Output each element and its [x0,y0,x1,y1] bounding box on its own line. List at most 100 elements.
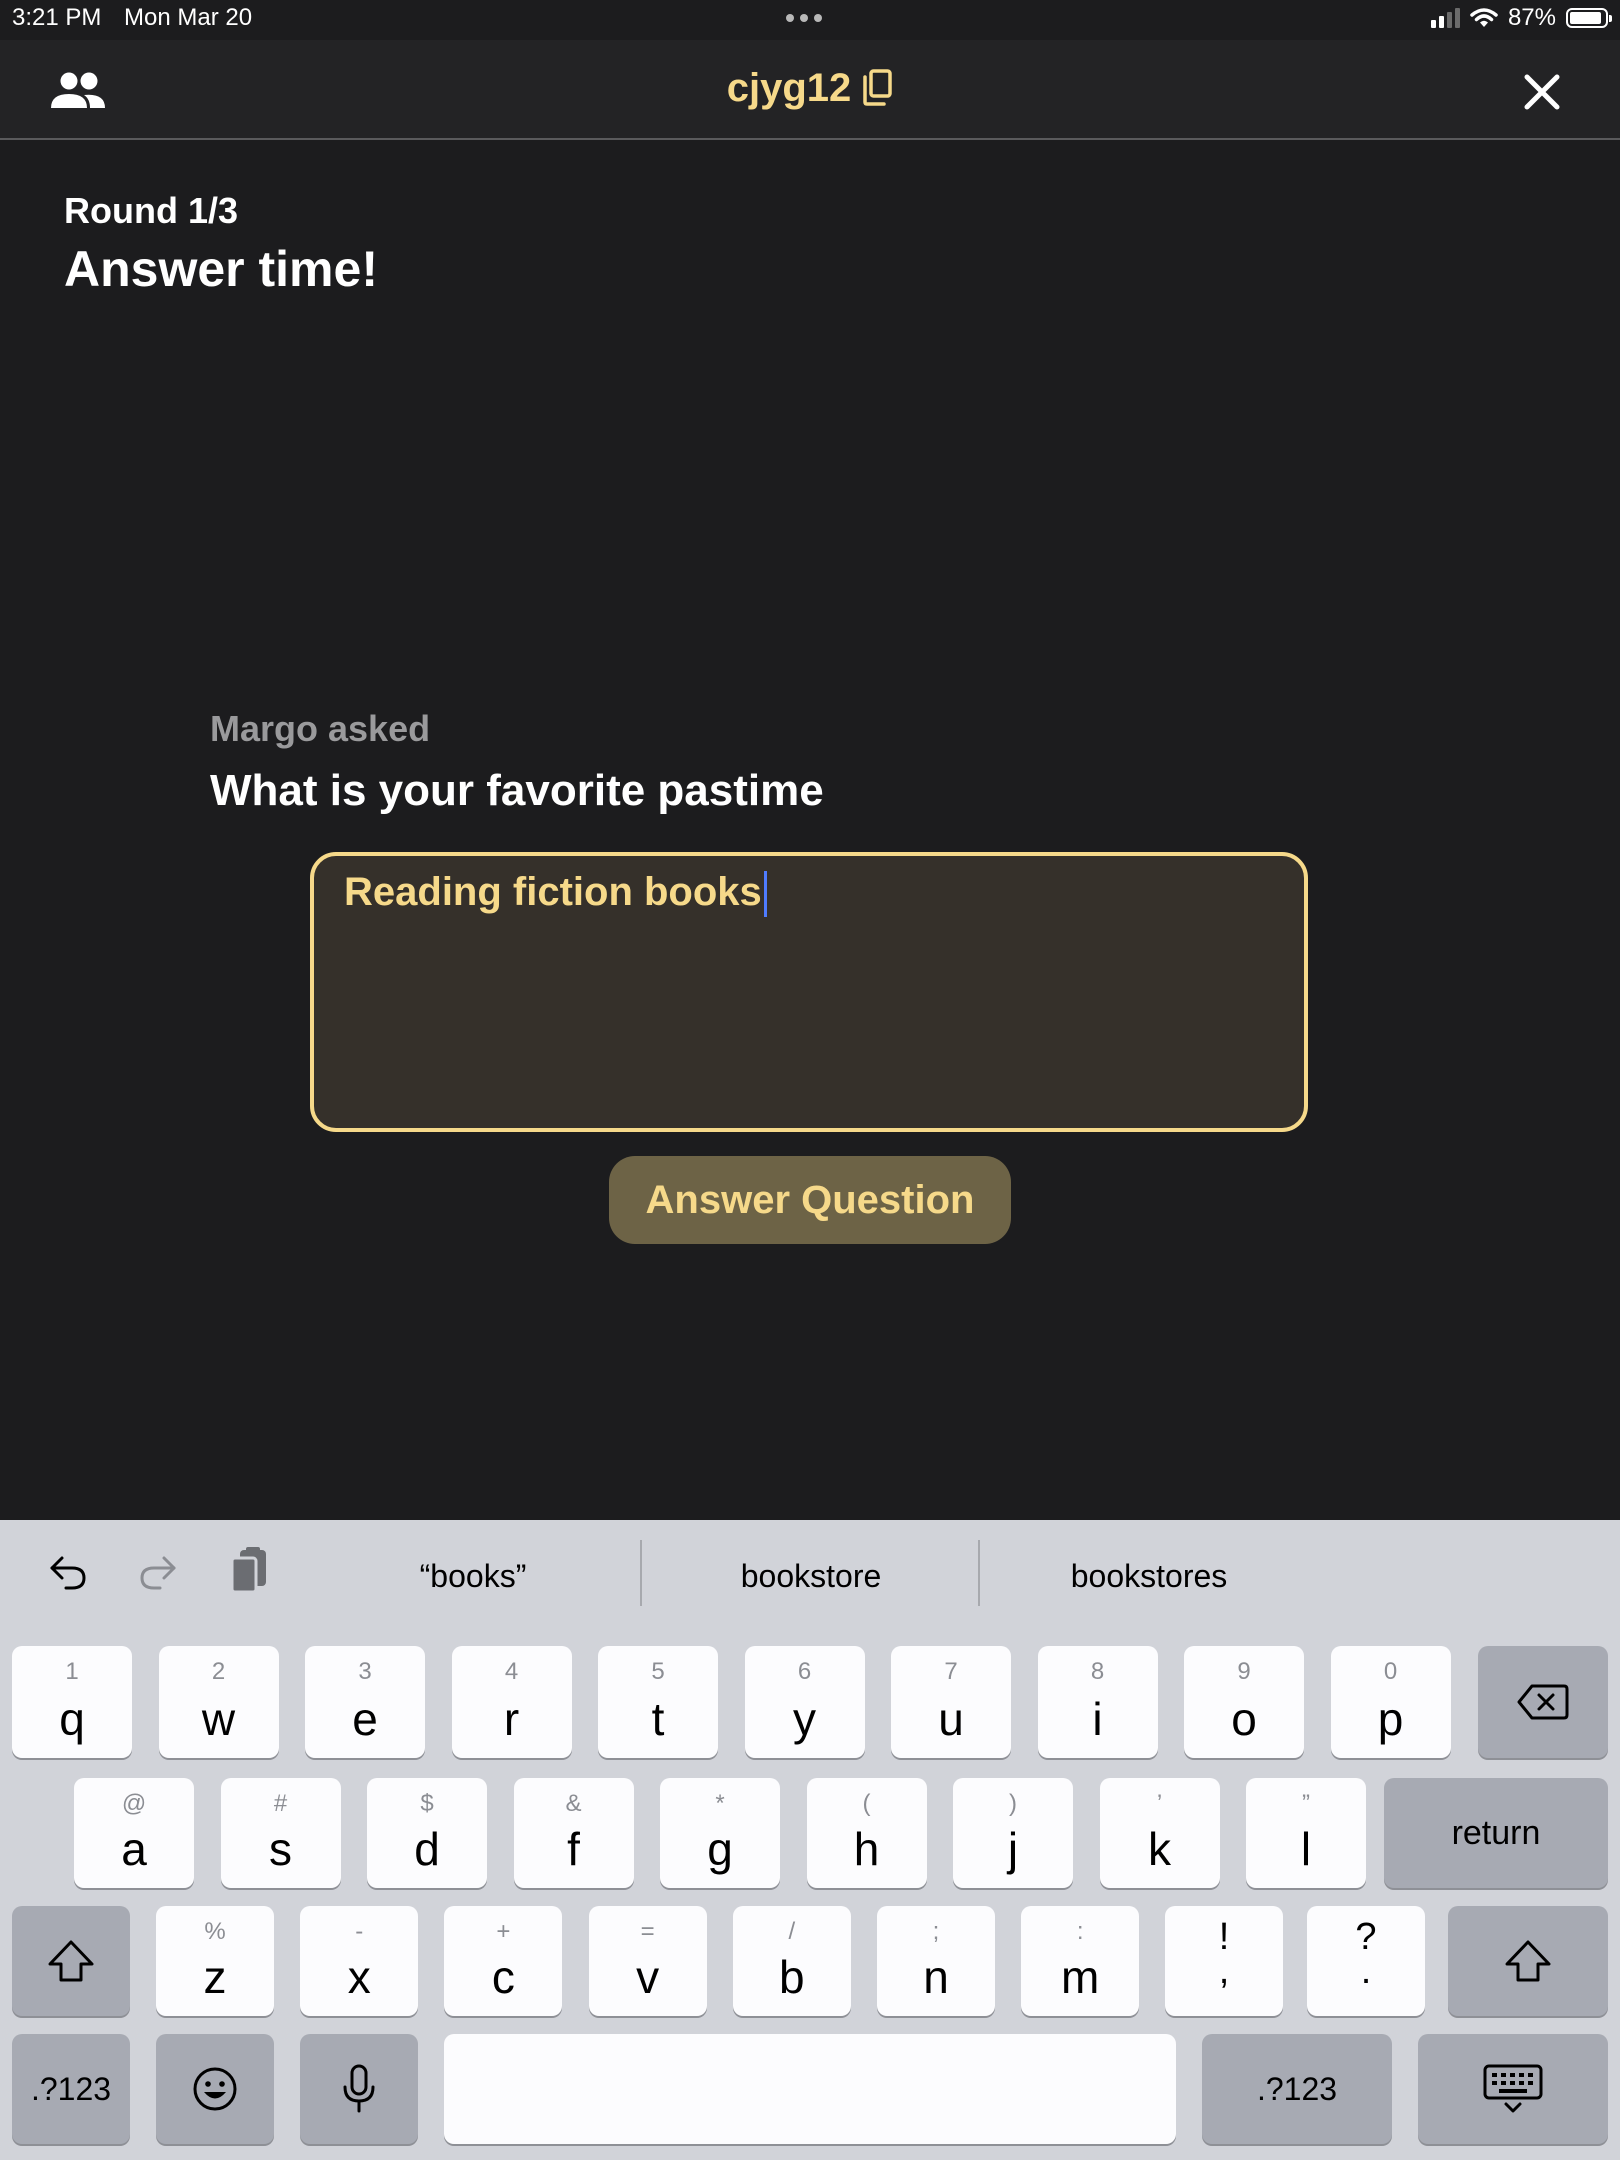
key-k[interactable]: ’ k [1099,1778,1220,1888]
key-f[interactable]: & f [513,1778,634,1888]
return-key[interactable]: return [1384,1778,1608,1888]
key-p[interactable]: 0p [1330,1646,1451,1758]
key-char: h [853,1823,880,1875]
key-char: p [1377,1693,1404,1745]
key-secondary-char: & [565,1790,582,1817]
key-w[interactable]: 2w [158,1646,279,1758]
answer-question-button[interactable]: Answer Question [609,1156,1011,1244]
key-char: l [1300,1823,1312,1875]
key-char: r [503,1693,520,1745]
key-secondary-char: 0 [1383,1658,1398,1685]
battery-icon [1566,8,1612,28]
suggestion-3[interactable]: bookstores [984,1558,1314,1595]
cellular-signal-icon [1430,8,1460,28]
key-g[interactable]: * g [660,1778,780,1888]
key-q[interactable]: 1q [12,1646,132,1758]
key-char: f [567,1823,580,1875]
dictation-key[interactable] [300,2034,418,2144]
key-secondary-char: ) [1009,1790,1017,1817]
multitasking-dots-icon[interactable] [786,14,822,22]
key-o[interactable]: 9o [1184,1646,1304,1758]
status-indicators: 87% [1430,4,1612,32]
key-char: k [1148,1823,1171,1875]
undo-icon[interactable] [46,1550,90,1594]
key-v[interactable]: = v [588,1906,707,2016]
key-e[interactable]: 3e [305,1646,425,1758]
numbers-key-right[interactable]: .?123 [1202,2034,1392,2144]
key-b[interactable]: / b [732,1906,851,2016]
key-char: i [1092,1693,1103,1745]
key-secondary-char: 6 [797,1658,812,1685]
key-secondary-char: ( [862,1790,871,1817]
key-l[interactable]: ” l [1246,1778,1366,1888]
room-code[interactable]: cjyg12 [0,66,1620,111]
key-char: b [779,1951,805,2003]
key-j[interactable]: ) j [953,1778,1073,1888]
key-secondary-char: 7 [944,1658,958,1685]
key-u[interactable]: 7u [891,1646,1011,1758]
key-char: y [793,1693,816,1745]
key-question-period[interactable]: ?. [1307,1906,1425,2016]
key-char: g [707,1823,733,1875]
key-r[interactable]: 4r [451,1646,572,1758]
key-t[interactable]: 5t [598,1646,718,1758]
key-secondary-char: ’ [1156,1790,1163,1817]
shift-key-right[interactable] [1448,1906,1608,2016]
key-exclamation-comma[interactable]: !, [1165,1906,1283,2016]
key-char: m [1061,1951,1100,2003]
space-bar[interactable] [444,2034,1176,2144]
key-char: q [59,1693,85,1745]
key-secondary-char: ; [932,1918,940,1945]
keyboard-dismiss-icon [1483,2064,1543,2113]
keyboard-dismiss-key[interactable] [1418,2034,1608,2144]
redo-icon[interactable] [136,1550,180,1594]
key-secondary-char: @ [121,1790,147,1817]
delete-key[interactable] [1478,1646,1608,1758]
key-label: .?123 [1256,2070,1338,2107]
key-secondary-char: 8 [1090,1658,1105,1685]
key-char: n [923,1951,949,2003]
key-secondary-char: 9 [1237,1658,1251,1685]
microphone-icon [343,2064,375,2113]
emoji-key[interactable] [156,2034,274,2144]
key-m[interactable]: :m [1021,1906,1140,2016]
key-y[interactable]: 6y [744,1646,865,1758]
key-d[interactable]: $ d [367,1778,487,1888]
answer-input[interactable]: Reading fiction books [310,852,1308,1132]
key-punct-bottom: . [1360,1950,1372,1992]
key-char: e [352,1693,378,1745]
copy-icon[interactable] [861,68,893,106]
phase-title: Answer time! [64,241,378,297]
close-icon[interactable] [1520,70,1564,114]
key-char: t [651,1693,665,1745]
key-n[interactable]: ; n [877,1906,995,2016]
game-header: cjyg12 [0,40,1620,140]
suggestion-2[interactable]: bookstore [646,1558,976,1595]
round-label: Round 1/3 [64,190,239,231]
key-punct-bottom: , [1218,1950,1230,1992]
wifi-icon [1470,8,1498,27]
key-i[interactable]: 8i [1037,1646,1158,1758]
key-secondary-char: 1 [65,1658,79,1685]
key-s[interactable]: # s [220,1778,341,1888]
key-char: d [414,1823,440,1875]
suggestion-1[interactable]: “books” [308,1558,638,1595]
key-secondary-char: # [273,1790,288,1817]
key-c[interactable]: + c [444,1906,563,2016]
key-secondary-char: + [496,1918,511,1945]
key-secondary-char: 4 [504,1658,519,1685]
shift-icon [1505,1940,1551,1982]
text-caret [763,871,767,918]
key-z[interactable]: % z [156,1906,274,2016]
shift-key-left[interactable] [12,1906,130,2016]
paste-icon[interactable] [226,1546,274,1598]
key-a[interactable]: @ a [74,1778,194,1888]
asker-label: Margo asked [210,708,431,749]
key-secondary-char: * [715,1790,725,1817]
key-h[interactable]: (h [806,1778,927,1888]
key-x[interactable]: -x [300,1906,419,2016]
key-char: a [121,1823,147,1875]
numbers-key-left[interactable]: .?123 [12,2034,130,2144]
question-text: What is your favorite pastime [210,766,824,815]
key-punctuation-pair: ?. [1307,1918,1425,1992]
